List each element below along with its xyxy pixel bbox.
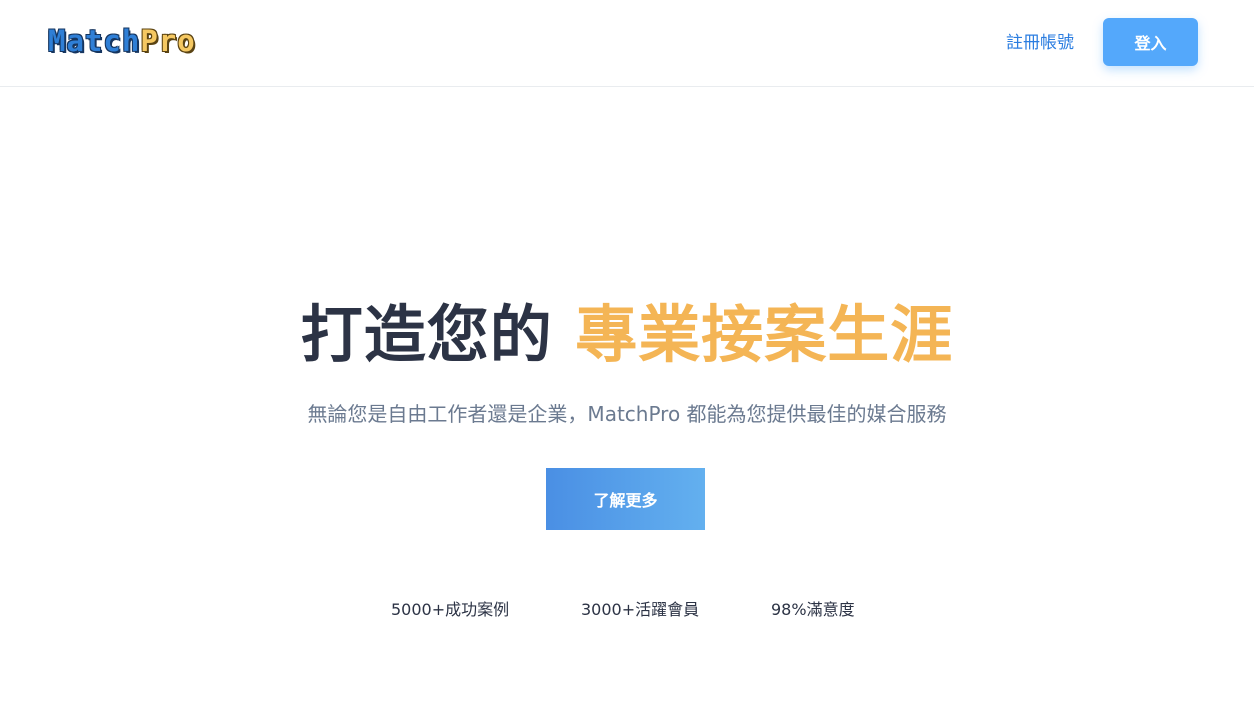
hero-title-highlight: 專業接案生涯 bbox=[575, 296, 954, 374]
stat-satisfaction: 98%滿意度 bbox=[771, 600, 855, 619]
learn-more-button[interactable]: 了解更多 bbox=[546, 468, 705, 530]
hero-title-prefix: 打造您的 bbox=[300, 298, 576, 371]
logo-text-pro: Pro bbox=[140, 24, 196, 58]
hero-title: 打造您的 專業接案生涯 bbox=[0, 296, 1254, 374]
stat-success-cases: 5000+成功案例 bbox=[391, 600, 510, 619]
stat-active-members: 3000+活躍會員 bbox=[581, 600, 700, 619]
top-navbar: Match Pro 註冊帳號 登入 bbox=[0, 0, 1254, 87]
login-button[interactable]: 登入 bbox=[1103, 18, 1198, 66]
matchpro-logo[interactable]: Match Pro bbox=[48, 24, 196, 58]
logo-text-match: Match bbox=[48, 24, 141, 58]
hero-subtitle: 無論您是自由工作者還是企業，MatchPro 都能為您提供最佳的媒合服務 bbox=[307, 402, 947, 426]
register-link[interactable]: 註冊帳號 bbox=[1006, 31, 1074, 55]
